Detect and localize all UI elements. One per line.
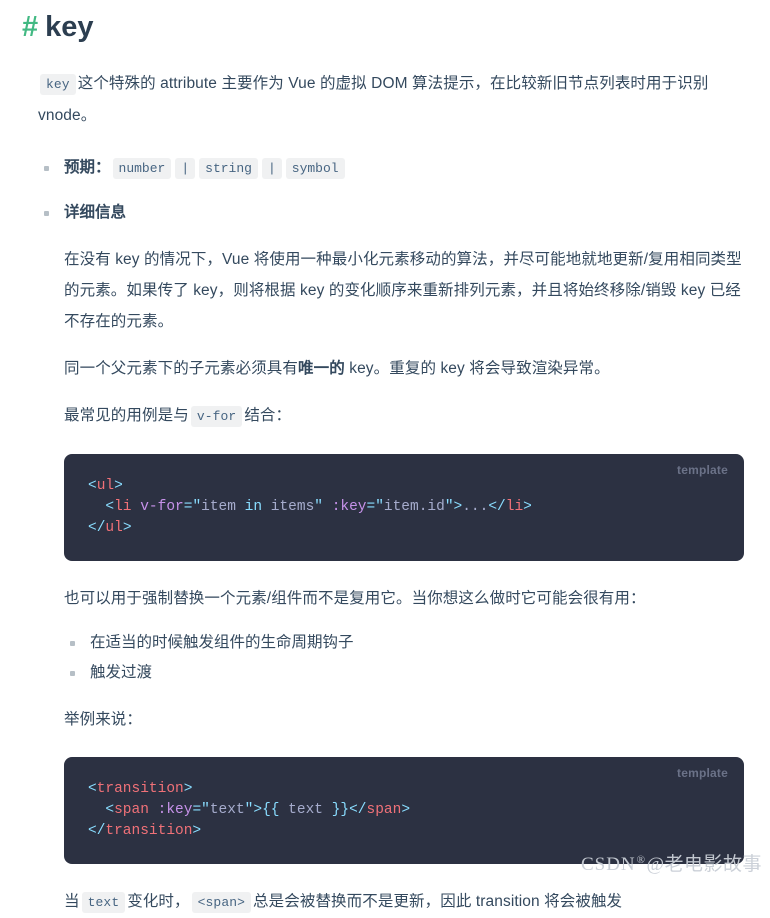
code-block-v-for-example: template <ul> <li v-for="item in items" …: [64, 454, 744, 561]
inner-bullet-list: 在适当的时候触发组件的生命周期钩子 触发过渡: [64, 628, 744, 688]
inline-code-type-symbol: symbol: [285, 158, 345, 179]
p2-pre: 同一个父元素下的子元素必须具有: [64, 360, 299, 377]
inline-code-pipe-1: |: [175, 158, 196, 179]
inline-code-key: key: [40, 74, 76, 95]
details-paragraph-6: 当 text 变化时， <span> 总是会被替换而不是更新，因此 transition…: [64, 886, 744, 918]
document-content: key 这个特殊的 attribute 主要作为 Vue 的虚拟 DOM 算法提示…: [0, 46, 770, 918]
p2-post: key。重复的 key 将会导致渲染异常。: [344, 360, 610, 377]
inline-code-type-string: string: [199, 158, 258, 179]
list-item-details: 详细信息: [38, 198, 744, 228]
code-content-1[interactable]: <ul> <li v-for="item in items" :key="ite…: [88, 476, 720, 539]
heading-hash-icon: #: [22, 11, 39, 43]
details-label: 详细信息: [64, 204, 127, 221]
inline-code-text: text: [81, 892, 126, 913]
inline-code-span-tag: <span>: [191, 892, 252, 913]
intro-paragraph-text: 这个特殊的 attribute 主要作为 Vue 的虚拟 DOM 算法提示，在比…: [38, 75, 709, 124]
code-language-label-1: template: [677, 463, 728, 477]
inline-code-pipe-2: |: [261, 158, 282, 179]
document-page: # key key 这个特殊的 attribute 主要作为 Vue 的虚拟 DOM…: [0, 0, 770, 913]
intro-paragraph: key 这个特殊的 attribute 主要作为 Vue 的虚拟 DOM 算法提示…: [38, 68, 744, 131]
list-item: 触发过渡: [64, 658, 744, 688]
list-item-expected: 预期： number | string | symbol: [38, 153, 744, 184]
expected-types: number | string | symbol: [111, 158, 347, 179]
inline-code-type-number: number: [112, 158, 172, 179]
code-content-2[interactable]: <transition> <span :key="text">{{ text }…: [88, 779, 720, 842]
list-item: 在适当的时候触发组件的生命周期钩子: [64, 628, 744, 658]
p6-post: 总是会被替换而不是更新，因此 transition 将会被触发: [253, 893, 623, 910]
p6-mid: 变化时，: [127, 893, 190, 910]
details-paragraph-4: 也可以用于强制替换一个元素/组件而不是复用它。当你想这么做时它可能会很有用：: [64, 590, 646, 607]
p3-pre: 最常见的用例是与: [64, 407, 189, 424]
top-level-bullet-list: 预期： number | string | symbol 详细信息: [38, 153, 744, 228]
details-paragraph-2: 同一个父元素下的子元素必须具有唯一的 key。重复的 key 将会导致渲染异常。: [64, 353, 744, 384]
p6-pre: 当: [64, 893, 80, 910]
code-language-label-2: template: [677, 766, 728, 780]
details-body: 在没有 key 的情况下，Vue 将使用一种最小化元素移动的算法，并尽可能地就地…: [38, 228, 744, 918]
page-title: # key: [0, 0, 770, 46]
p2-strong: 唯一的: [298, 360, 345, 377]
details-paragraph-5: 举例来说：: [64, 711, 143, 728]
code-block-transition-example: template <transition> <span :key="text">…: [64, 757, 744, 864]
heading-text: key: [45, 11, 94, 43]
expected-colon: ：: [95, 159, 111, 176]
details-paragraph-1: 在没有 key 的情况下，Vue 将使用一种最小化元素移动的算法，并尽可能地就地…: [64, 251, 742, 330]
p3-post: 结合：: [244, 407, 292, 424]
inline-code-v-for: v-for: [190, 406, 243, 427]
expected-label: 预期: [64, 159, 96, 176]
details-paragraph-3: 最常见的用例是与 v-for 结合：: [64, 400, 744, 432]
